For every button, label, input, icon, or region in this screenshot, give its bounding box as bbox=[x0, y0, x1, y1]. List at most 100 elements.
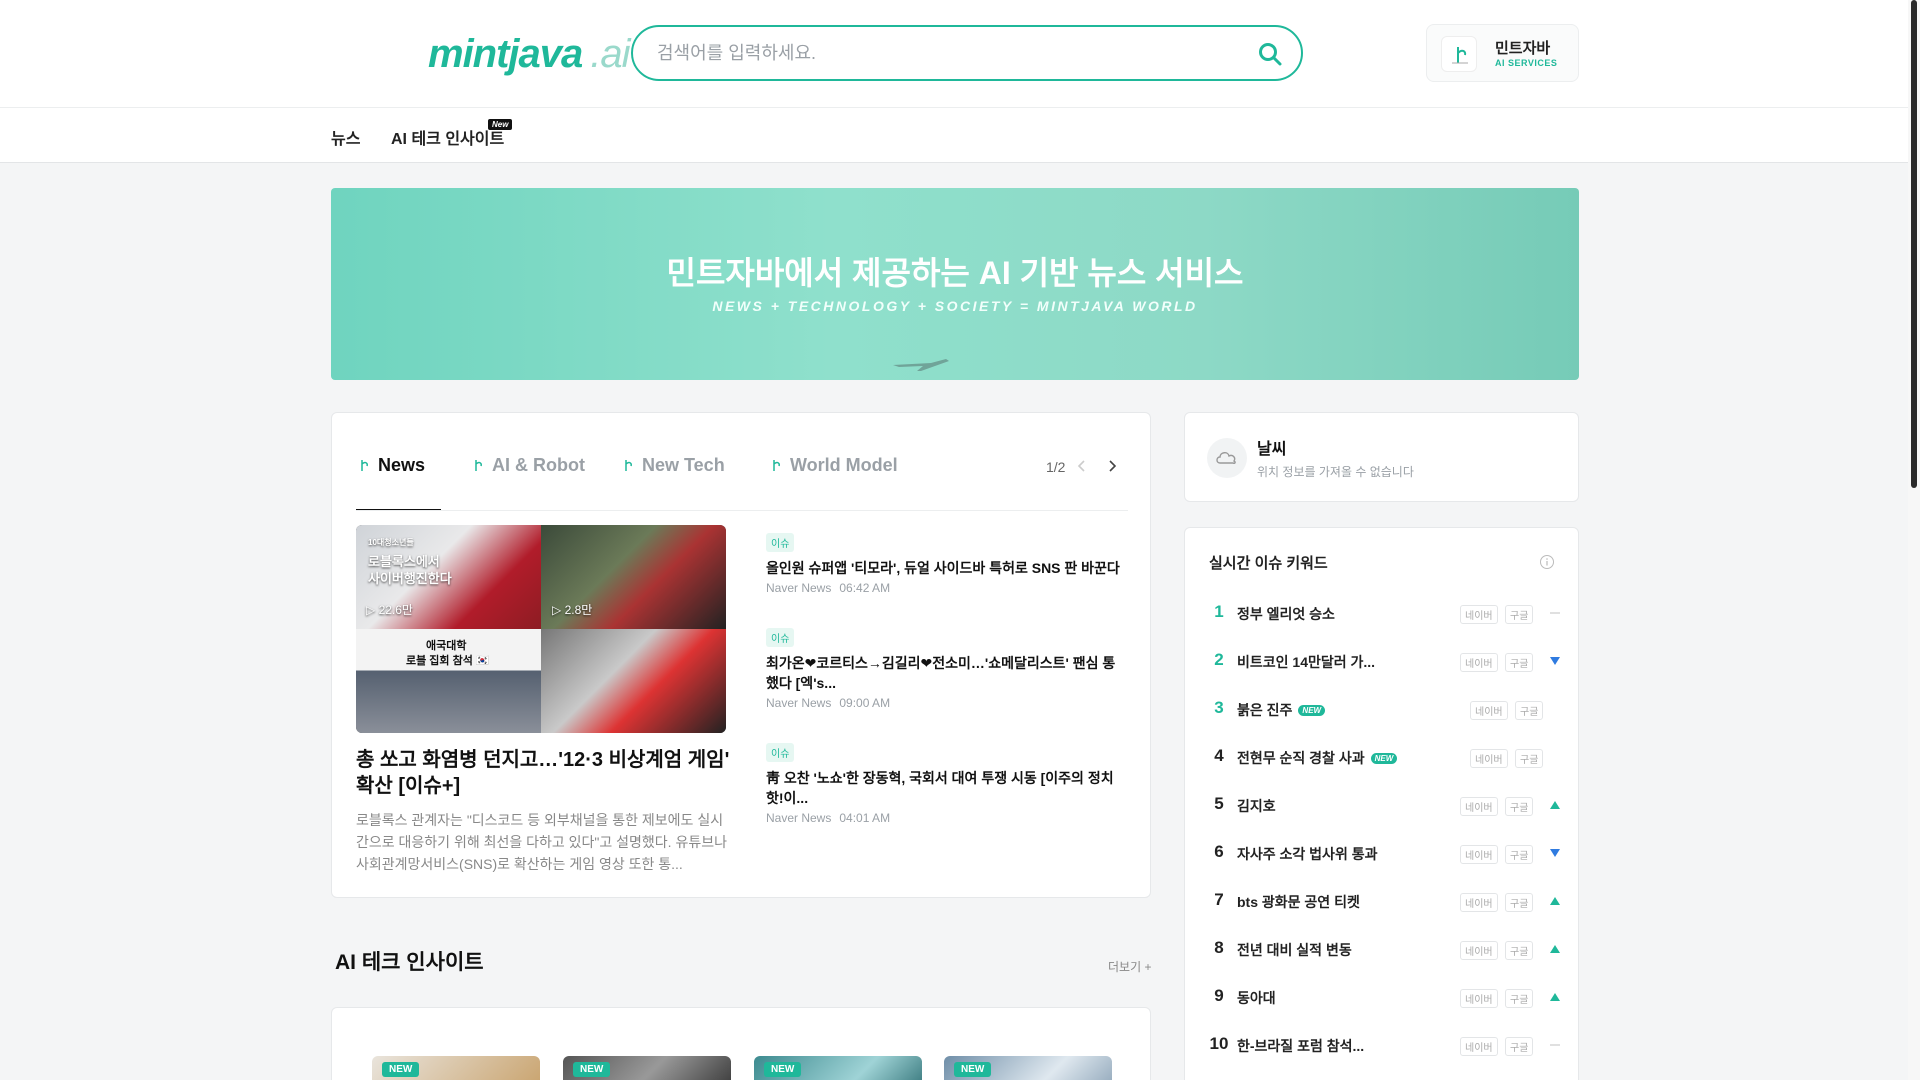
chevron-right-icon[interactable] bbox=[1103, 457, 1121, 475]
google-chip[interactable]: 구글 bbox=[1505, 845, 1534, 864]
keyword-row[interactable]: 2 비트코인 14만달러 가... 네이버 구글 bbox=[1209, 646, 1560, 676]
news-meta: Naver News 06:42 AM bbox=[766, 581, 891, 595]
naver-chip[interactable]: 네이버 bbox=[1460, 845, 1498, 864]
naver-chip[interactable]: 네이버 bbox=[1460, 893, 1498, 912]
tab-world-model[interactable]: World Model bbox=[768, 455, 898, 511]
keyword-text: 한-브라질 포럼 참석... bbox=[1237, 1038, 1365, 1054]
google-chip[interactable]: 구글 bbox=[1515, 701, 1544, 720]
new-badge: NEW bbox=[1298, 705, 1326, 716]
google-chip[interactable]: 구글 bbox=[1505, 605, 1534, 624]
ai-services-button[interactable]: 민트자바 AI SERVICES bbox=[1426, 24, 1579, 82]
search-box bbox=[631, 25, 1303, 81]
insight-card[interactable]: NEW bbox=[754, 1056, 922, 1080]
news-title: 최가온❤코르티스→김길리❤전소미…'쇼메달리스트' 팬심 통했다 [엑's... bbox=[766, 655, 1116, 691]
keyword-rank: 6 bbox=[1214, 842, 1224, 861]
list-item[interactable]: 이슈 올인원 슈퍼앱 '티모라', 듀얼 사이드바 특허로 SNS 판 바꾼다 … bbox=[766, 533, 1128, 595]
news-meta: Naver News 09:00 AM bbox=[766, 696, 891, 710]
tab-news[interactable]: News bbox=[356, 455, 441, 511]
weather-widget: 날씨 위치 정보를 가져올 수 없습니다 bbox=[1184, 412, 1579, 502]
keyword-rank: 3 bbox=[1214, 698, 1224, 717]
trend-same-icon bbox=[1550, 612, 1560, 614]
search-input[interactable] bbox=[657, 39, 1217, 67]
page-indicator: 1/2 bbox=[1046, 459, 1066, 475]
news-title: 靑 오찬 '노쇼'한 장동혁, 국회서 대여 투쟁 시동 [이주의 정치핫!이.… bbox=[766, 770, 1114, 806]
keyword-row[interactable]: 1 정부 엘리엇 승소 네이버 구글 bbox=[1209, 598, 1560, 628]
keyword-row[interactable]: 3 붉은 진주 NEW 네이버 구글 bbox=[1209, 694, 1559, 724]
keyword-row[interactable]: 6 자사주 소각 법사위 통과 네이버 구글 bbox=[1209, 838, 1560, 868]
trend-down-icon bbox=[1550, 849, 1560, 857]
keyword-row[interactable]: 9 동아대 네이버 구글 bbox=[1209, 982, 1560, 1012]
keyword-rank: 7 bbox=[1214, 890, 1224, 909]
airplane-icon bbox=[893, 359, 949, 371]
view-count: ▷ 22.6만 bbox=[366, 603, 413, 617]
feature-news-desc: 로블록스 관계자는 "디스코드 등 외부채널을 통한 제보에도 실시간으로 대응… bbox=[356, 812, 727, 872]
issue-tag: 이슈 bbox=[766, 628, 795, 647]
site-logo[interactable]: mintjava .ai bbox=[428, 30, 631, 78]
chevron-left-icon[interactable] bbox=[1073, 457, 1091, 475]
keyword-row[interactable]: 10 한-브라질 포럼 참석... 네이버 구글 bbox=[1209, 1030, 1560, 1060]
new-badge: NEW bbox=[382, 1062, 420, 1077]
mint-leaf-icon bbox=[475, 460, 482, 471]
keyword-text: 비트코인 14만달러 가... bbox=[1237, 654, 1376, 670]
trend-same-icon bbox=[1550, 1044, 1560, 1046]
keyword-row[interactable]: 7 bts 광화문 공연 티켓 네이버 구글 bbox=[1209, 886, 1560, 916]
feature-news-title[interactable]: 총 쏘고 화염병 던지고…'12·3 비상계엄 게임' 확산 [이슈+] bbox=[356, 747, 731, 799]
google-chip[interactable]: 구글 bbox=[1505, 893, 1534, 912]
google-chip[interactable]: 구글 bbox=[1505, 797, 1534, 816]
keyword-row[interactable]: 8 전년 대비 실적 변동 네이버 구글 bbox=[1209, 934, 1560, 964]
keywords-title: 실시간 이슈 키워드 bbox=[1209, 555, 1328, 572]
keyword-text: 붉은 진주 NEW bbox=[1237, 700, 1326, 720]
insight-card[interactable]: NEW bbox=[372, 1056, 540, 1080]
mint-leaf-icon bbox=[361, 460, 368, 471]
search-icon[interactable] bbox=[1257, 41, 1283, 67]
feature-news-image[interactable]: 10대청소년들 로블록스에서 사이버행진한다 ▷ 22.6만 ▷ 2.8만 애국… bbox=[356, 525, 726, 733]
keyword-row[interactable]: 5 김지호 네이버 구글 bbox=[1209, 790, 1560, 820]
scrollbar-thumb[interactable] bbox=[1911, 0, 1917, 488]
naver-chip[interactable]: 네이버 bbox=[1470, 701, 1508, 720]
naver-chip[interactable]: 네이버 bbox=[1460, 797, 1498, 816]
keyword-rank: 4 bbox=[1214, 746, 1224, 765]
nav-news[interactable]: 뉴스 bbox=[331, 125, 360, 149]
trend-up-icon bbox=[1550, 897, 1560, 905]
google-chip[interactable]: 구글 bbox=[1505, 1037, 1534, 1056]
new-badge: NEW bbox=[954, 1062, 992, 1077]
more-link[interactable]: 더보기 + bbox=[1108, 958, 1151, 975]
naver-chip[interactable]: 네이버 bbox=[1460, 653, 1498, 672]
google-chip[interactable]: 구글 bbox=[1505, 653, 1534, 672]
services-title: 민트자바 bbox=[1495, 40, 1551, 57]
trend-up-icon bbox=[1550, 993, 1560, 1001]
tab-new-tech[interactable]: New Tech bbox=[620, 455, 725, 511]
list-item[interactable]: 이슈 최가온❤코르티스→김길리❤전소미…'쇼메달리스트' 팬심 통했다 [엑's… bbox=[766, 628, 1128, 710]
keyword-row[interactable]: 4 전현무 순직 경찰 사과 NEW 네이버 구글 bbox=[1209, 742, 1559, 772]
hero-banner: 민트자바에서 제공하는 AI 기반 뉴스 서비스 NEWS + TECHNOLO… bbox=[331, 188, 1579, 380]
list-item[interactable]: 이슈 靑 오찬 '노쇼'한 장동혁, 국회서 대여 투쟁 시동 [이주의 정치핫… bbox=[766, 743, 1128, 825]
hero-subtitle: NEWS + TECHNOLOGY + SOCIETY = MINTJAVA W… bbox=[712, 298, 1198, 314]
keyword-text: 전현무 순직 경찰 사과 NEW bbox=[1237, 748, 1398, 768]
nav-ai-tech-insight[interactable]: AI 테크 인사이트 New bbox=[391, 119, 513, 149]
naver-chip[interactable]: 네이버 bbox=[1460, 1037, 1498, 1056]
keyword-text: 동아대 bbox=[1237, 990, 1276, 1006]
naver-chip[interactable]: 네이버 bbox=[1460, 605, 1498, 624]
insight-card[interactable]: NEW bbox=[944, 1056, 1112, 1080]
naver-chip[interactable]: 네이버 bbox=[1460, 941, 1498, 960]
keyword-text: bts 광화문 공연 티켓 bbox=[1237, 894, 1360, 910]
keyword-text: 정부 엘리엇 승소 bbox=[1237, 606, 1335, 622]
info-icon[interactable] bbox=[1539, 554, 1555, 570]
services-subtitle: AI SERVICES bbox=[1495, 58, 1558, 68]
google-chip[interactable]: 구글 bbox=[1505, 941, 1534, 960]
naver-chip[interactable]: 네이버 bbox=[1460, 989, 1498, 1008]
main-nav: 뉴스 AI 테크 인사이트 New bbox=[0, 107, 1908, 163]
news-title: 올인원 슈퍼앱 '티모라', 듀얼 사이드바 특허로 SNS 판 바꾼다 bbox=[766, 560, 1120, 576]
page-scrollbar[interactable] bbox=[1908, 0, 1920, 1080]
trend-up-icon bbox=[1550, 945, 1560, 953]
google-chip[interactable]: 구글 bbox=[1505, 989, 1534, 1008]
trend-up-icon bbox=[1550, 801, 1560, 809]
tab-ai-robot[interactable]: AI & Robot bbox=[470, 455, 585, 511]
weather-message: 위치 정보를 가져올 수 없습니다 bbox=[1257, 465, 1414, 479]
insight-card[interactable]: NEW bbox=[563, 1056, 731, 1080]
keyword-rank: 1 bbox=[1214, 602, 1224, 621]
trending-keywords: 실시간 이슈 키워드 1 정부 엘리엇 승소 네이버 구글 2 비트코인 14만달러 가.… bbox=[1184, 527, 1579, 1080]
top-header: mintjava.ai 민트자바 AI SERVICES bbox=[0, 0, 1908, 107]
naver-chip[interactable]: 네이버 bbox=[1470, 749, 1508, 768]
google-chip[interactable]: 구글 bbox=[1515, 749, 1544, 768]
